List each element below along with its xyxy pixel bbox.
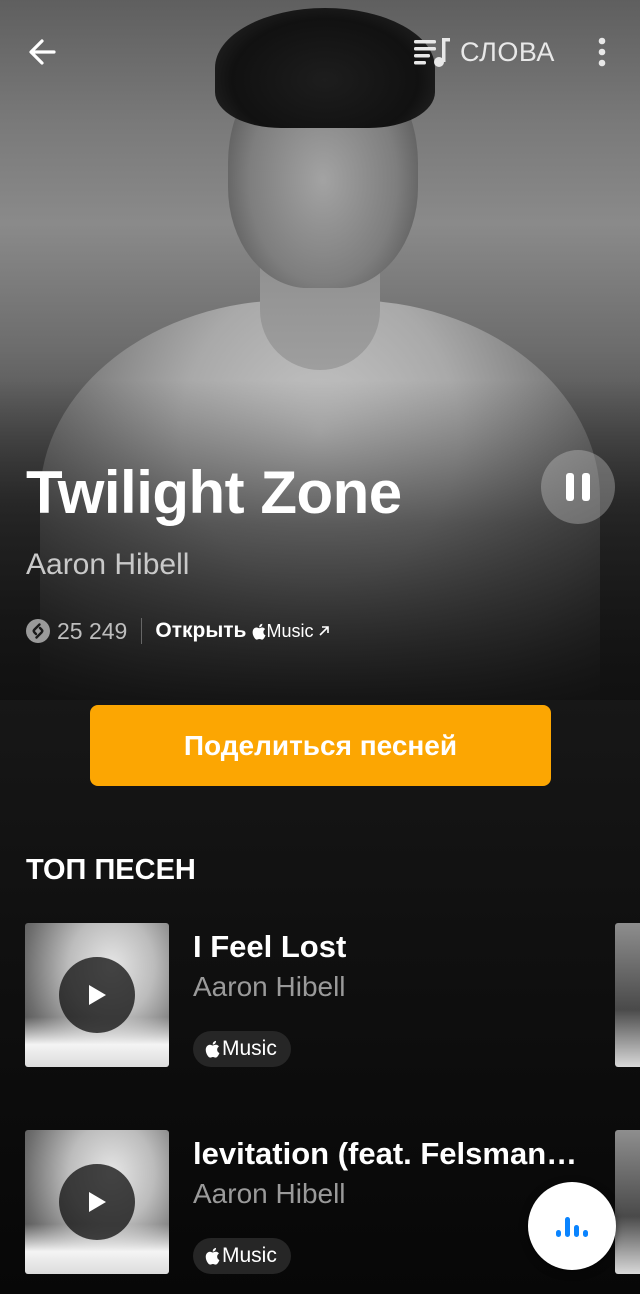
song-row-artist: Aaron Hibell xyxy=(193,971,346,1002)
next-card-preview[interactable] xyxy=(615,1130,640,1274)
play-button[interactable] xyxy=(59,1164,135,1240)
more-options-button[interactable] xyxy=(586,30,618,74)
top-bar: СЛОВА xyxy=(0,0,640,100)
song-artist[interactable]: Aaron Hibell xyxy=(26,548,189,582)
more-vertical-icon xyxy=(598,37,606,67)
share-song-button[interactable]: Поделиться песней xyxy=(90,705,551,786)
next-card-preview[interactable] xyxy=(615,923,640,1067)
list-item[interactable]: levitation (feat. Felsmann + Tiley) Aaro… xyxy=(25,1130,640,1276)
apple-music-badge-label: Music xyxy=(222,1244,277,1267)
song-thumbnail xyxy=(25,1130,169,1274)
apple-music-badge-label: Music xyxy=(222,1037,277,1060)
song-thumbnail xyxy=(25,923,169,1067)
stats-row: 25 249 Открыть Music xyxy=(26,616,331,646)
song-row-artist: Aaron Hibell xyxy=(193,1178,346,1209)
back-button[interactable] xyxy=(22,30,66,74)
song-title: Twilight Zone xyxy=(26,459,402,526)
arrow-left-icon xyxy=(29,39,56,65)
open-label: Открыть xyxy=(155,619,247,642)
artist-hero-image xyxy=(0,0,640,700)
shazam-icon xyxy=(26,619,50,643)
song-row-title: I Feel Lost xyxy=(193,929,347,964)
divider xyxy=(141,618,143,644)
apple-music-badge[interactable]: Music xyxy=(193,1031,291,1067)
external-link-icon xyxy=(319,626,330,636)
pause-icon xyxy=(566,473,574,501)
equalizer-icon xyxy=(556,1217,588,1237)
lyrics-button[interactable]: СЛОВА xyxy=(412,30,555,74)
apple-music-badge[interactable]: Music xyxy=(193,1238,291,1274)
lyrics-icon xyxy=(414,38,450,67)
pause-button[interactable] xyxy=(541,450,615,524)
shazam-count: 25 249 xyxy=(57,617,128,644)
play-icon xyxy=(89,985,106,1005)
top-songs-title: ТОП ПЕСЕН xyxy=(26,854,196,886)
lyrics-label: СЛОВА xyxy=(460,36,555,67)
play-button[interactable] xyxy=(59,957,135,1033)
shazam-floating-button[interactable] xyxy=(528,1182,616,1270)
apple-music-label: Music xyxy=(266,620,314,641)
share-label: Поделиться песней xyxy=(183,729,458,761)
play-icon xyxy=(89,1192,106,1212)
apple-logo-icon xyxy=(205,1040,220,1058)
list-item[interactable]: I Feel Lost Aaron Hibell Music xyxy=(25,923,640,1069)
apple-logo-icon xyxy=(253,623,266,640)
song-row-title: levitation (feat. Felsmann + Tiley) xyxy=(193,1136,583,1171)
open-in-apple-music-link[interactable]: Открыть Music xyxy=(155,619,331,643)
apple-logo-icon xyxy=(205,1247,220,1265)
